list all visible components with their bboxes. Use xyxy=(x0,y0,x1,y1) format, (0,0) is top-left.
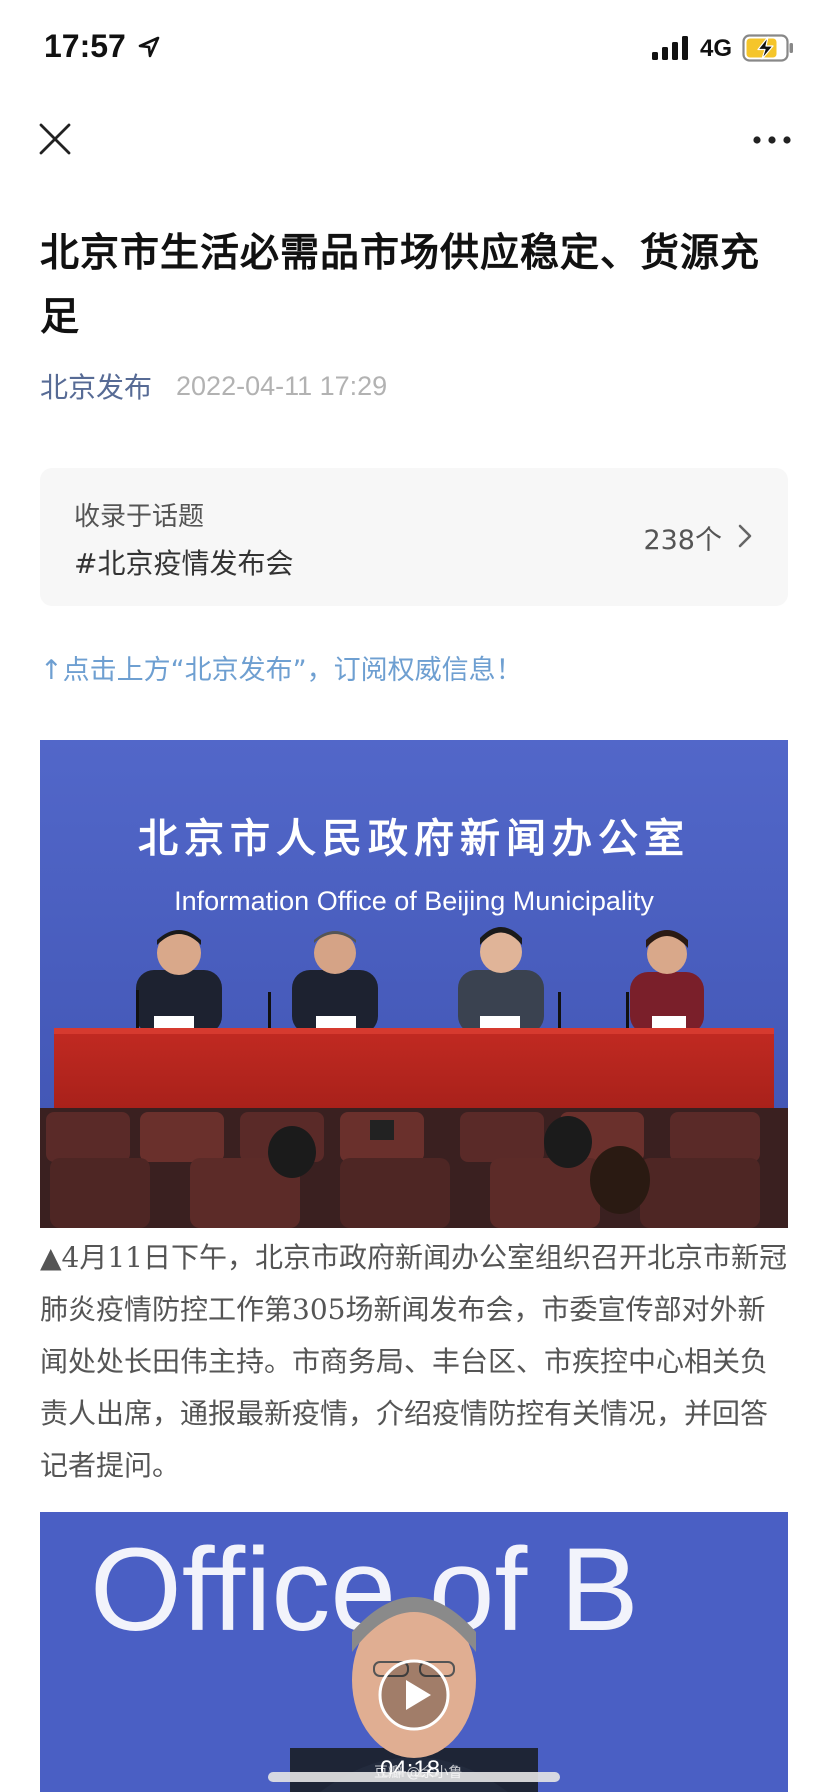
network-label: 4G xyxy=(700,35,733,62)
signal-bars-icon xyxy=(652,36,688,60)
author-link[interactable]: 北京发布 xyxy=(40,366,152,406)
battery-charging-icon xyxy=(742,34,793,62)
status-time: 17:57 xyxy=(44,28,126,64)
location-arrow-icon xyxy=(138,36,160,58)
subscribe-hint-link[interactable]: ↑点击上方“北京发布”，订阅权威信息！ xyxy=(40,648,523,687)
topic-name: #北京疫情发布会 xyxy=(74,547,294,580)
banner-chinese: 北京市人民政府新闻办公室 xyxy=(138,816,690,862)
publish-time: 2022-04-11 17:29 xyxy=(176,370,388,401)
topic-count: 238个 xyxy=(643,525,722,556)
video-player[interactable]: Office of B 04:18 xyxy=(40,1512,788,1792)
banner-english: Information Office of Beijing Municipali… xyxy=(174,886,654,916)
more-dots-icon[interactable] xyxy=(752,130,792,150)
topic-card[interactable]: 收录于话题 #北京疫情发布会 238个 xyxy=(40,468,788,606)
article-meta: 北京发布 2022-04-11 17:29 xyxy=(40,366,387,406)
article-title: 北京市生活必需品市场供应稳定、货源充足 xyxy=(40,231,761,340)
status-bar: 17:57 4G xyxy=(0,0,828,96)
topic-label: 收录于话题 xyxy=(74,502,205,532)
chevron-right-icon xyxy=(738,524,752,548)
watermark: 豆瓣 @余小鲁 xyxy=(374,1765,463,1781)
press-conference-photo: 北京市人民政府新闻办公室 Information Office of Beiji… xyxy=(40,740,788,1228)
play-icon[interactable] xyxy=(377,1658,451,1732)
close-icon[interactable] xyxy=(38,122,72,156)
photo-caption: ▲4月11日下午，北京市政府新闻办公室组织召开北京市新冠肺炎疫情防控工作第305… xyxy=(40,1241,787,1482)
